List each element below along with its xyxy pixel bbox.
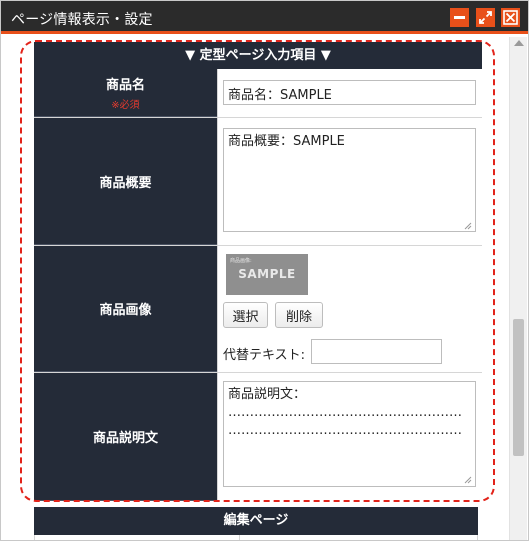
field-value-cell: 商品名：SAMPLE bbox=[217, 69, 482, 117]
close-button[interactable] bbox=[501, 8, 520, 27]
field-label: 商品概要 bbox=[99, 175, 152, 191]
product-name-input[interactable]: 商品名：SAMPLE bbox=[223, 80, 476, 105]
field-row-product-description: 商品説明文 商品説明文： ……………………………………………… ……………………… bbox=[34, 373, 482, 501]
field-label-cell: 商品説明文 bbox=[34, 373, 217, 501]
page-info-settings-window: ページ情報表示・設定 ▼ 定型ページ入力項目 ▼ 商品名 ※必須 商品名：SAM… bbox=[0, 0, 529, 541]
minimize-icon bbox=[454, 12, 465, 23]
edit-page-row bbox=[34, 535, 478, 540]
field-value-cell: 商品説明文： ……………………………………………… ……………………………………… bbox=[217, 373, 482, 501]
alt-text-input[interactable] bbox=[311, 339, 442, 364]
section-heading: ▼ 定型ページ入力項目 ▼ bbox=[34, 42, 482, 69]
delete-image-button[interactable]: 削除 bbox=[275, 302, 323, 328]
field-label: 商品名 bbox=[105, 78, 145, 93]
resize-grip-icon[interactable] bbox=[464, 476, 472, 484]
scrollbar-thumb[interactable] bbox=[513, 319, 524, 456]
alt-text-label: 代替テキスト: bbox=[223, 348, 305, 363]
scroll-up-arrow-icon[interactable] bbox=[514, 40, 524, 46]
product-description-textarea[interactable]: 商品説明文： ……………………………………………… ……………………………………… bbox=[223, 381, 476, 487]
required-note: ※必須 bbox=[111, 100, 140, 111]
resize-grip-icon[interactable] bbox=[464, 222, 472, 230]
expand-icon bbox=[479, 11, 492, 24]
close-x-icon bbox=[503, 10, 518, 25]
field-label: 商品説明文 bbox=[92, 431, 158, 446]
window-title: ページ情報表示・設定 bbox=[11, 12, 153, 28]
vertical-scrollbar[interactable] bbox=[509, 37, 527, 540]
maximize-button[interactable] bbox=[476, 8, 495, 27]
select-image-button[interactable]: 選択 bbox=[223, 302, 268, 328]
field-label-cell: 商品名 ※必須 bbox=[34, 69, 217, 117]
edit-page-section-heading: 編集ページ bbox=[34, 507, 478, 535]
field-label: 商品画像 bbox=[99, 303, 152, 318]
window-titlebar[interactable]: ページ情報表示・設定 bbox=[1, 1, 528, 34]
field-value-cell: 商品概要：SAMPLE bbox=[217, 118, 482, 245]
minimize-button[interactable] bbox=[450, 8, 469, 27]
field-label-cell: 商品概要 bbox=[34, 118, 217, 245]
product-image-thumbnail: 商品画像: SAMPLE bbox=[226, 254, 308, 295]
field-row-product-summary: 商品概要 商品概要：SAMPLE bbox=[34, 118, 482, 246]
thumbnail-sample-text: SAMPLE bbox=[238, 267, 296, 281]
field-row-product-image: 商品画像 商品画像: SAMPLE 選択 削除 代替テキスト: bbox=[34, 246, 482, 373]
product-summary-textarea[interactable]: 商品概要：SAMPLE bbox=[223, 128, 476, 232]
thumbnail-caption: 商品画像: bbox=[230, 258, 252, 264]
column-divider bbox=[239, 535, 240, 540]
field-value-cell: 商品画像: SAMPLE 選択 削除 代替テキスト: bbox=[217, 246, 482, 372]
field-row-product-name: 商品名 ※必須 商品名：SAMPLE bbox=[34, 69, 482, 118]
field-label-cell: 商品画像 bbox=[34, 246, 217, 372]
